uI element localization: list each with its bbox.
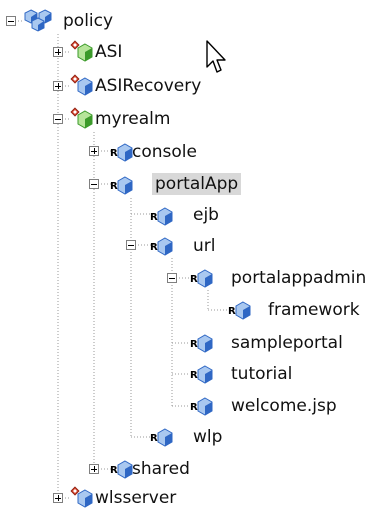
resource-badge-glyph: R [110,148,118,159]
resource-badge-glyph: R [228,306,236,317]
expand-toggle-asirecovery[interactable] [53,81,63,91]
tree-node-label[interactable]: shared [129,458,193,480]
tree-node-label[interactable]: console [129,141,200,163]
collapse-toggle-portalapp[interactable] [89,179,99,189]
realm-blue-icon [70,486,93,508]
tree-node-label[interactable]: policy [60,10,116,32]
tree-node-label[interactable]: sampleportal [228,332,346,354]
tree-node-label[interactable]: portalappadmin [228,267,369,289]
resource-badge-glyph: R [110,465,118,476]
resource-badge-glyph: R [190,402,198,413]
resource-icon: R [190,394,213,416]
tree-node-label[interactable]: url [190,235,219,257]
realm-blue-icon [70,74,93,96]
resource-icon: R [190,331,213,353]
resource-icon: R [228,298,251,320]
expand-toggle-console[interactable] [89,146,99,156]
expand-toggle-wlsserver[interactable] [53,493,63,503]
tree-node-label[interactable]: framework [265,299,363,321]
resource-icon: R [150,234,173,256]
resource-badge-glyph: R [110,181,118,192]
tree-node-label[interactable]: myrealm [92,108,173,130]
tree-node-label-selected[interactable]: portalApp [152,173,242,195]
resource-icon: R [150,425,173,447]
realm-green-icon [70,40,93,62]
collapse-toggle-portalappadmin[interactable] [167,273,177,283]
collapse-toggle-myrealm[interactable] [53,114,63,124]
expand-toggle-asi[interactable] [53,47,63,57]
tree-node-label[interactable]: wlsserver [92,487,179,509]
resource-icon: R [110,173,133,195]
tree-node-label[interactable]: welcome.jsp [228,395,340,417]
resource-icon: R [190,362,213,384]
tree-node-label[interactable]: tutorial [228,363,295,385]
policy-tree-view: policy ASI ASIRecovery myrealm R console… [0,0,382,516]
collapse-toggle-url[interactable] [126,240,136,250]
resource-icon: R [150,204,173,226]
tree-node-label[interactable]: ASI [92,41,125,63]
resource-badge-glyph: R [190,274,198,285]
tree-node-label[interactable]: ejb [190,204,222,226]
resource-icon: R [190,266,213,288]
expand-toggle-shared[interactable] [89,464,99,474]
tree-node-label[interactable]: wlp [190,426,225,448]
collapse-toggle-policy[interactable] [6,16,16,26]
resource-badge-glyph: R [150,433,158,444]
realm-green-icon [70,107,93,129]
mouse-pointer-icon [206,40,228,74]
tree-node-label[interactable]: ASIRecovery [92,75,204,97]
resource-badge-glyph: R [150,212,158,223]
policy-root-icon [24,8,52,32]
resource-badge-glyph: R [190,339,198,350]
resource-badge-glyph: R [150,242,158,253]
resource-badge-glyph: R [190,370,198,381]
